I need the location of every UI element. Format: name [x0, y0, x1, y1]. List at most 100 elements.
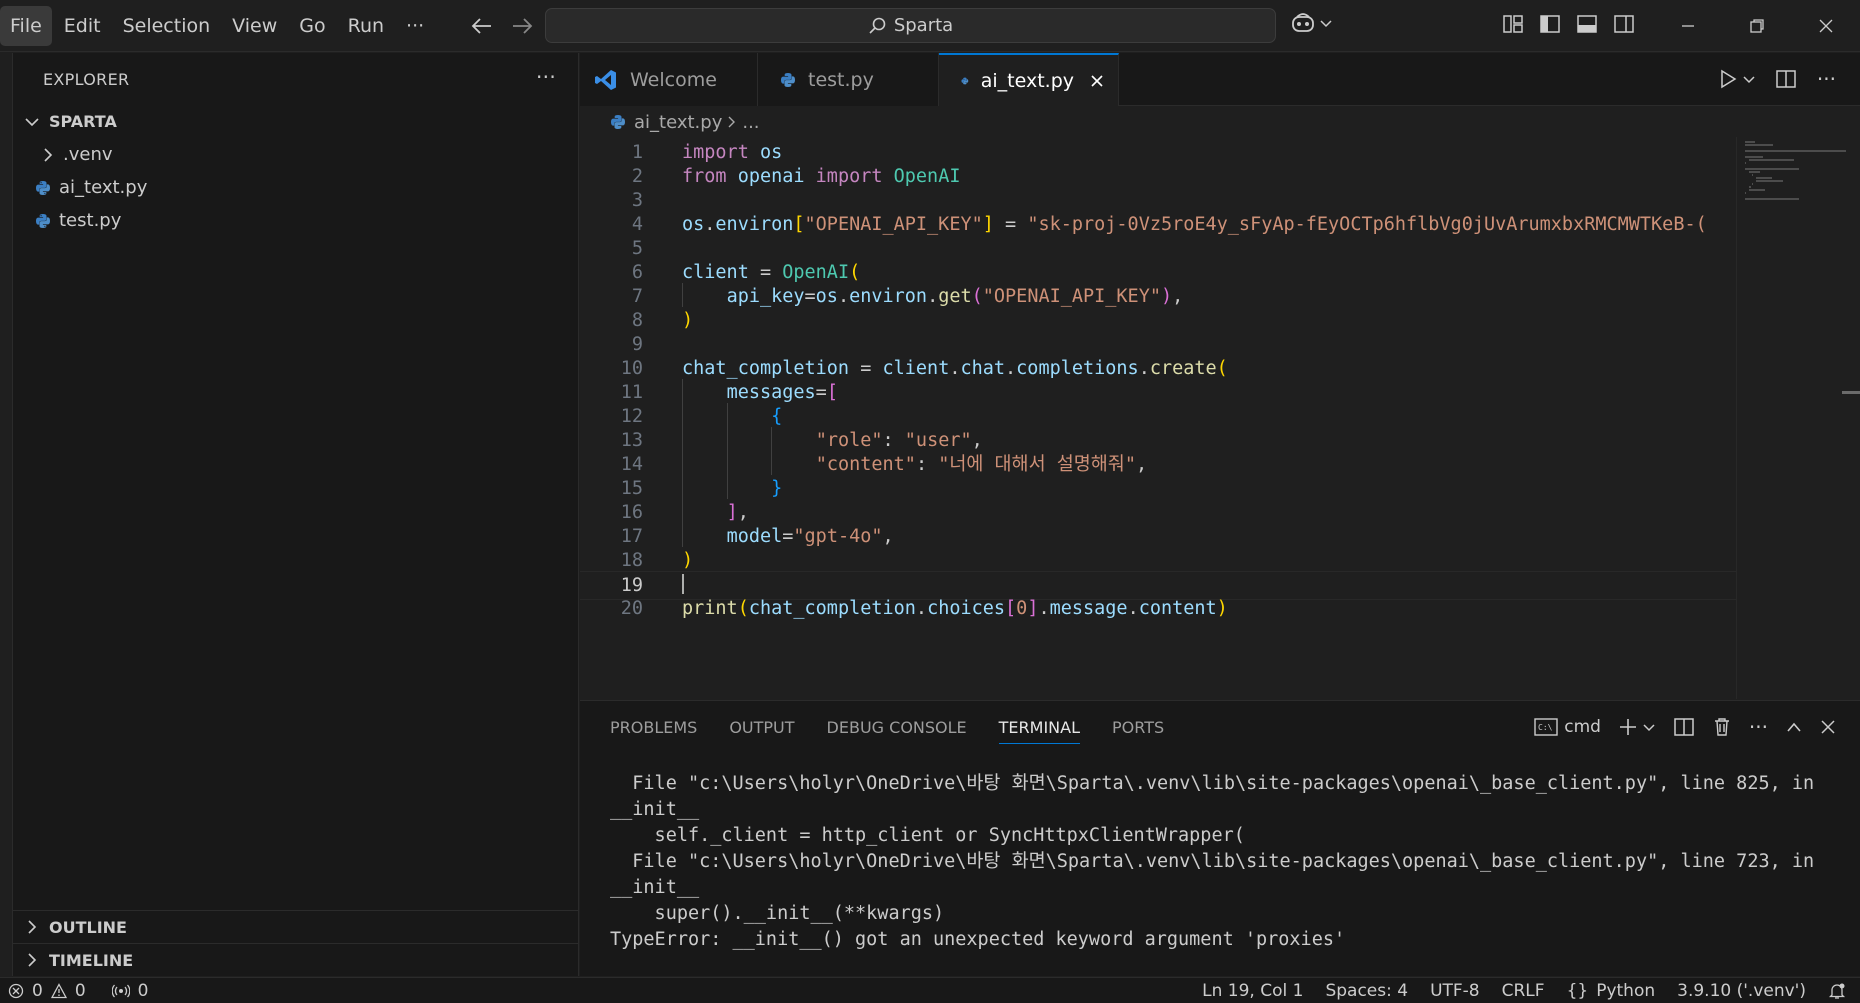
breadcrumb-file[interactable]: ai_text.py: [634, 112, 722, 133]
chevron-up-icon[interactable]: [1786, 721, 1802, 733]
tab-welcome[interactable]: Welcome: [580, 53, 758, 106]
minimap-line: [1755, 180, 1784, 182]
minimap[interactable]: [1736, 137, 1860, 699]
tree-item-label: ai_text.py: [59, 177, 148, 198]
restore-button[interactable]: [1722, 0, 1791, 52]
python-interpreter[interactable]: 3.9.10 ('.venv'): [1677, 981, 1806, 1001]
tab-problems[interactable]: PROBLEMS: [610, 701, 697, 754]
chevron-down-icon[interactable]: [1643, 722, 1655, 732]
tab-label: test.py: [808, 68, 874, 91]
python-file-icon: [611, 115, 625, 129]
bottom-panel: PROBLEMS OUTPUT DEBUG CONSOLE TERMINAL P…: [580, 700, 1860, 976]
cursor-position[interactable]: Ln 19, Col 1: [1202, 981, 1303, 1001]
close-icon[interactable]: [1090, 72, 1104, 90]
title-bar: File Edit Selection View Go Run ··· Spar…: [0, 0, 1860, 52]
broadcast-icon[interactable]: [111, 983, 130, 999]
menu-selection[interactable]: Selection: [113, 6, 221, 46]
trash-icon[interactable]: [1713, 717, 1731, 737]
indent-guide: [682, 475, 683, 499]
forward-arrow-icon[interactable]: [510, 14, 534, 38]
minimap-line: [1745, 192, 1747, 194]
minimap-line: [1745, 156, 1763, 158]
terminal-line: __init__: [610, 799, 700, 820]
tab-ai-text-py[interactable]: ai_text.py: [939, 53, 1119, 106]
tree-item-label: test.py: [59, 210, 122, 231]
minimap-line: [1752, 183, 1754, 185]
tree-item-venv[interactable]: .venv: [13, 138, 578, 171]
search-text: Sparta: [893, 15, 954, 36]
chevron-down-icon[interactable]: [1743, 74, 1755, 84]
run-icon[interactable]: [1719, 69, 1737, 89]
timeline-section[interactable]: TIMELINE: [13, 943, 579, 976]
toggle-panel-icon[interactable]: [1576, 14, 1598, 34]
notifications-bell-icon[interactable]: [1828, 982, 1846, 1000]
terminal-shell-icon[interactable]: C:\: [1534, 717, 1558, 737]
command-center-search[interactable]: Sparta: [545, 8, 1276, 43]
menu-file[interactable]: File: [0, 5, 52, 46]
indent-guide: [726, 403, 728, 427]
toggle-primary-sidebar-icon[interactable]: [1539, 14, 1561, 34]
split-terminal-icon[interactable]: [1673, 717, 1695, 737]
back-arrow-icon[interactable]: [470, 14, 494, 38]
indent-guide: [726, 427, 728, 451]
line-ending[interactable]: CRLF: [1502, 981, 1545, 1001]
status-bar: 0 0 0 Ln 19, Col 1 Spaces: 4 UTF-8 CRLF …: [0, 977, 1860, 1003]
tab-debug-console[interactable]: DEBUG CONSOLE: [827, 701, 967, 754]
terminal-output[interactable]: File "c:\Users\holyr\OneDrive\바탕 화면\Spar…: [610, 771, 1814, 953]
breadcrumb-symbol[interactable]: ...: [742, 112, 759, 133]
menu-go[interactable]: Go: [289, 6, 335, 46]
scrollbar-thumb[interactable]: [1842, 391, 1860, 394]
outline-section[interactable]: OUTLINE: [13, 910, 579, 943]
chevron-right-icon: [21, 953, 43, 967]
workspace-root-label: SPARTA: [49, 112, 117, 131]
explorer-header: EXPLORER ···: [13, 53, 578, 105]
menu-run[interactable]: Run: [338, 6, 394, 46]
encoding[interactable]: UTF-8: [1430, 981, 1480, 1001]
close-icon[interactable]: [1820, 719, 1836, 735]
indent-guide: [726, 475, 728, 499]
language-mode[interactable]: Python: [1596, 981, 1655, 1001]
code-editor[interactable]: 1 import os 2 from openai import OpenAI 3 4 os…: [580, 137, 1860, 699]
warning-count[interactable]: 0: [75, 981, 86, 1001]
menu-edit[interactable]: Edit: [54, 6, 111, 46]
error-icon[interactable]: [8, 983, 24, 999]
toggle-secondary-sidebar-icon[interactable]: [1613, 14, 1635, 34]
minimap-line: [1748, 186, 1751, 188]
close-window-button[interactable]: [1791, 0, 1860, 52]
workspace-root[interactable]: SPARTA: [13, 105, 578, 138]
terminal-shell-name[interactable]: cmd: [1564, 717, 1601, 737]
split-editor-icon[interactable]: [1775, 69, 1797, 89]
indentation[interactable]: Spaces: 4: [1325, 981, 1408, 1001]
timeline-label: TIMELINE: [49, 950, 134, 970]
copilot-button[interactable]: [1290, 12, 1332, 34]
svg-text:C:\: C:\: [1538, 723, 1553, 732]
tab-ports[interactable]: PORTS: [1112, 701, 1164, 754]
minimap-line: [1748, 189, 1766, 191]
explorer-more-button[interactable]: ···: [536, 65, 556, 89]
new-terminal-icon[interactable]: [1619, 718, 1637, 736]
tree-item-test[interactable]: test.py: [13, 204, 578, 237]
chevron-down-icon: [1320, 18, 1332, 28]
tree-item-ai-text[interactable]: ai_text.py: [13, 171, 578, 204]
python-file-icon: [36, 213, 50, 228]
panel-more-button[interactable]: ···: [1749, 715, 1768, 739]
python-file-icon: [36, 180, 50, 195]
editor-more-button[interactable]: ···: [1817, 67, 1836, 91]
menu-view[interactable]: View: [222, 6, 287, 46]
minimap-line: [1755, 177, 1773, 179]
tab-output[interactable]: OUTPUT: [729, 701, 794, 754]
customize-layout-icon[interactable]: [1502, 14, 1524, 34]
indent-guide: [726, 451, 728, 475]
warning-icon[interactable]: [50, 982, 67, 999]
error-count[interactable]: 0: [32, 981, 43, 1001]
code-line[interactable]: 20 print(chat_completion.choices[0].messa…: [580, 595, 1736, 624]
tab-terminal[interactable]: TERMINAL: [998, 701, 1081, 754]
ports-count[interactable]: 0: [138, 981, 149, 1001]
indent-guide: [682, 379, 683, 403]
python-file-icon: [961, 77, 969, 84]
minimize-button[interactable]: [1653, 0, 1722, 52]
terminal-line: File "c:\Users\holyr\OneDrive\바탕 화면\Spar…: [610, 851, 1815, 872]
tab-test-py[interactable]: test.py: [758, 53, 939, 106]
menu-more[interactable]: ···: [396, 6, 434, 46]
menu-bar: File Edit Selection View Go Run ···: [0, 0, 436, 51]
